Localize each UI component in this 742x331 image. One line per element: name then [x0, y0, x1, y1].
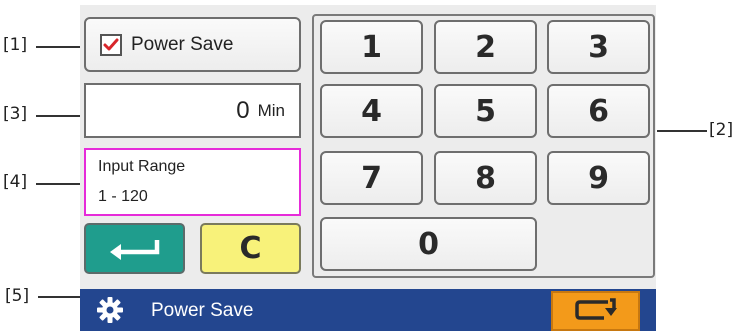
power-save-label: Power Save: [131, 33, 234, 55]
key-3-label: 3: [588, 29, 609, 65]
clear-button[interactable]: C: [200, 223, 301, 274]
callout-2: [2]: [709, 120, 734, 140]
input-range-title: Input Range: [98, 158, 186, 175]
leader-line-4: [36, 183, 86, 185]
callout-5: [5]: [5, 286, 30, 306]
key-7[interactable]: 7: [320, 151, 423, 205]
input-range-box: Input Range 1 - 120: [84, 148, 301, 216]
return-arrow-icon: [109, 239, 159, 260]
key-7-label: 7: [361, 160, 382, 196]
key-9-label: 9: [588, 160, 609, 196]
return-icon: [574, 298, 617, 320]
key-3[interactable]: 3: [547, 20, 650, 74]
footer-title: Power Save: [151, 300, 254, 321]
key-8-label: 8: [475, 160, 496, 196]
minutes-unit: Min: [257, 100, 285, 120]
footer-bar: Power Save: [80, 289, 656, 331]
key-2[interactable]: 2: [434, 20, 537, 74]
checkbox[interactable]: [100, 33, 122, 56]
key-4[interactable]: 4: [320, 84, 423, 138]
key-9[interactable]: 9: [547, 151, 650, 205]
callout-4: [4]: [3, 172, 28, 192]
key-6[interactable]: 6: [547, 84, 650, 138]
back-button[interactable]: [551, 291, 640, 331]
check-icon: [103, 38, 119, 50]
gear-icon: [97, 297, 123, 323]
enter-button[interactable]: [84, 223, 185, 274]
callout-3: [3]: [3, 104, 28, 124]
key-6-label: 6: [588, 93, 609, 129]
minutes-field[interactable]: 0 Min: [84, 83, 301, 138]
callout-1: [1]: [3, 35, 28, 55]
key-5[interactable]: 5: [434, 84, 537, 138]
leader-line-3: [36, 115, 86, 117]
power-save-toggle[interactable]: Power Save: [84, 17, 301, 72]
input-range-value: 1 - 120: [98, 188, 148, 205]
key-4-label: 4: [361, 93, 382, 129]
key-5-label: 5: [475, 93, 496, 129]
key-1-label: 1: [361, 29, 382, 65]
leader-line-2: [657, 130, 707, 132]
leader-line-1: [36, 46, 86, 48]
minutes-value: 0: [236, 96, 250, 124]
key-0[interactable]: 0: [320, 217, 537, 271]
key-2-label: 2: [475, 29, 496, 65]
key-8[interactable]: 8: [434, 151, 537, 205]
key-0-label: 0: [418, 226, 439, 262]
clear-label: C: [239, 231, 262, 266]
key-1[interactable]: 1: [320, 20, 423, 74]
